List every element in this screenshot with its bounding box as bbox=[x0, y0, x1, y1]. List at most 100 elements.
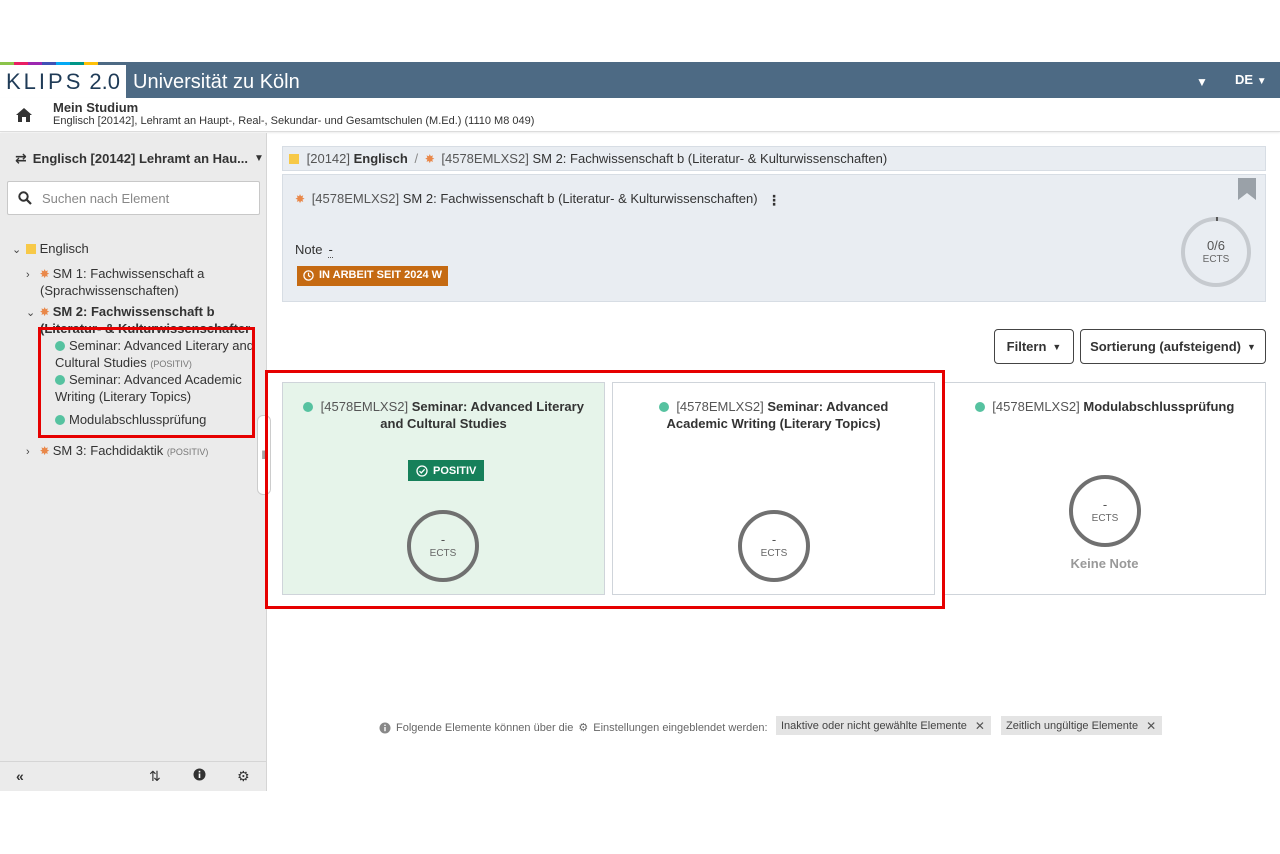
element-ects-ring: - ECTS bbox=[738, 510, 810, 582]
tree-item-status: (POSITIV) bbox=[150, 359, 192, 369]
more-options-icon[interactable]: ⋮ bbox=[767, 192, 781, 209]
status-dot-icon bbox=[303, 402, 314, 412]
clock-icon bbox=[303, 270, 314, 281]
logo-version: 2.0 bbox=[89, 68, 120, 94]
close-icon[interactable]: ✕ bbox=[1146, 719, 1156, 733]
ects-unit: ECTS bbox=[760, 547, 788, 559]
positive-badge: POSITIV bbox=[408, 460, 485, 481]
gear-icon: ⚙ bbox=[578, 722, 589, 734]
element-card-2[interactable]: [4578EMLXS2] Seminar: Advanced Academic … bbox=[612, 382, 935, 595]
breadcrumb-separator: / bbox=[414, 151, 419, 166]
sort-icon[interactable]: ⇅ bbox=[149, 768, 161, 785]
language-label: DE bbox=[1235, 72, 1254, 87]
collapse-sidebar-icon[interactable]: « bbox=[16, 768, 24, 784]
element-card-1[interactable]: [4578EMLXS2] Seminar: Advanced Literary … bbox=[282, 382, 605, 595]
tree-item-status: (POSITIV) bbox=[166, 447, 209, 457]
tree-item-englisch[interactable]: ⌄ Englisch bbox=[12, 241, 89, 256]
sort-button[interactable]: Sortierung (aufsteigend) ▼ bbox=[1080, 329, 1266, 364]
caret-down-icon: ▼ bbox=[1247, 341, 1256, 352]
module-detail-card: ✸ [4578EMLXS2] SM 2: Fachwissenschaft b … bbox=[282, 174, 1266, 302]
ects-unit: ECTS bbox=[1091, 512, 1119, 524]
chevron-right-icon[interactable]: › bbox=[26, 446, 36, 458]
check-circle-icon bbox=[416, 464, 428, 477]
module-star-icon: ✸ bbox=[39, 267, 50, 281]
tree-item-label: Seminar: Advanced Academic bbox=[69, 372, 242, 387]
module-star-icon: ✸ bbox=[295, 192, 306, 206]
breadcrumb-root-code: [20142] bbox=[306, 151, 350, 166]
search-input[interactable] bbox=[42, 190, 242, 206]
chevron-right-icon[interactable]: › bbox=[26, 269, 36, 281]
hidden-tag-invalid[interactable]: Zeitlich ungültige Elemente ✕ bbox=[1001, 716, 1163, 735]
element-title: [4578EMLXS2] Seminar: Advanced Literary … bbox=[283, 398, 604, 432]
note-value: - bbox=[328, 242, 333, 258]
app-header: KLIPS 2.0 Universität zu Köln ▼ DE ▼ bbox=[0, 65, 1280, 98]
sidebar-resize-handle[interactable]: ‖ bbox=[257, 415, 271, 495]
element-name: Seminar: Advanced Literary and Cultural … bbox=[380, 399, 584, 431]
chevron-down-icon[interactable]: ⌄ bbox=[12, 243, 22, 256]
bookmark-icon[interactable] bbox=[1238, 178, 1256, 200]
breadcrumb-root[interactable]: Englisch bbox=[354, 151, 408, 166]
tree-item-label: SM 2: Fachwissenschaft b bbox=[52, 304, 215, 319]
ects-value: - bbox=[771, 531, 777, 547]
tree-item-sm3[interactable]: › ✸ SM 3: Fachdidaktik (POSITIV) bbox=[26, 443, 208, 458]
home-icon[interactable] bbox=[15, 107, 33, 123]
ects-unit: ECTS bbox=[429, 547, 457, 559]
close-icon[interactable]: ✕ bbox=[975, 719, 985, 733]
language-switcher[interactable]: DE ▼ bbox=[1235, 72, 1267, 87]
info-icon[interactable] bbox=[193, 768, 206, 784]
hidden-tag-inactive[interactable]: Inaktive oder nicht gewählte Elemente ✕ bbox=[776, 716, 991, 735]
status-text: IN ARBEIT SEIT 2024 W bbox=[319, 269, 443, 281]
module-star-icon: ✸ bbox=[39, 305, 50, 319]
tree-item-sm2[interactable]: ⌄ ✸ SM 2: Fachwissenschaft b bbox=[26, 304, 215, 319]
sort-label: Sortierung (aufsteigend) bbox=[1090, 339, 1242, 354]
chevron-down-icon[interactable]: ⌄ bbox=[26, 306, 36, 319]
element-card-3[interactable]: [4578EMLXS2] Modulabschlussprüfung - ECT… bbox=[943, 382, 1266, 595]
tree-item-label: SM 1: Fachwissenschaft a bbox=[52, 266, 205, 281]
status-dot-icon bbox=[55, 375, 65, 385]
module-ects-ring: 0/6 ECTS bbox=[1181, 217, 1251, 287]
tree-item-element-3[interactable]: Modulabschlussprüfung bbox=[55, 412, 206, 427]
element-ects-ring: - ECTS bbox=[407, 510, 479, 582]
tree-item-element-1[interactable]: Seminar: Advanced Literary and bbox=[55, 338, 253, 353]
page-title: Mein Studium bbox=[53, 100, 139, 115]
filter-button[interactable]: Filtern ▼ bbox=[994, 329, 1074, 364]
tree-item-sm1-line2: (Sprachwissenschaften) bbox=[40, 283, 179, 298]
tree-item-element-2-line2: Writing (Literary Topics) bbox=[55, 389, 192, 404]
tree-item-sm2-line2: (Literatur- & Kulturwissenschaften) bbox=[40, 321, 250, 336]
ects-value: - bbox=[1102, 496, 1108, 512]
element-name: Modulabschlussprüfung bbox=[1083, 399, 1235, 414]
sidebar-footer: « ⇅ ⚙ bbox=[0, 761, 267, 791]
tree-item-element-1-line2: Cultural Studies (POSITIV) bbox=[55, 355, 192, 370]
chevron-down-icon: ▼ bbox=[254, 153, 264, 164]
program-square-icon bbox=[289, 154, 299, 164]
logo-text: KLIPS bbox=[6, 68, 84, 94]
module-star-icon: ✸ bbox=[39, 444, 50, 458]
breadcrumb-module-code: [4578EMLXS2] bbox=[441, 151, 529, 166]
sidebar: ⇄ Englisch [20142] Lehramt an Hau... ▼ ⌄… bbox=[0, 133, 267, 791]
info-icon bbox=[379, 722, 391, 733]
tree-item-label: Cultural Studies bbox=[55, 355, 147, 370]
gear-icon[interactable]: ⚙ bbox=[237, 768, 250, 785]
program-switcher[interactable]: ⇄ Englisch [20142] Lehramt an Hau... ▼ bbox=[15, 150, 264, 167]
klips-logo[interactable]: KLIPS 2.0 bbox=[0, 65, 126, 98]
subheader: Mein Studium Englisch [20142], Lehramt a… bbox=[0, 98, 1280, 132]
module-code: [4578EMLXS2] bbox=[311, 191, 400, 206]
breadcrumb-module[interactable]: SM 2: Fachwissenschaft b (Literatur- & K… bbox=[532, 151, 887, 166]
program-description: Englisch [20142], Lehramt an Haupt-, Rea… bbox=[53, 115, 535, 127]
note-text-before: Folgende Elemente können über die bbox=[396, 721, 574, 734]
search-box bbox=[7, 181, 260, 215]
user-menu-caret-icon[interactable]: ▼ bbox=[1196, 75, 1208, 89]
positive-badge-text: POSITIV bbox=[433, 464, 477, 477]
element-ects-ring: - ECTS bbox=[1069, 475, 1141, 547]
module-title: ✸ [4578EMLXS2] SM 2: Fachwissenschaft b … bbox=[295, 191, 758, 206]
tree-item-element-2[interactable]: Seminar: Advanced Academic bbox=[55, 372, 242, 387]
status-dot-icon bbox=[55, 341, 65, 351]
tree-item-label: Seminar: Advanced Literary and bbox=[69, 338, 253, 353]
no-grade-text: Keine Note bbox=[1070, 556, 1139, 571]
tree-item-sm1[interactable]: › ✸ SM 1: Fachwissenschaft a bbox=[26, 266, 204, 281]
search-icon bbox=[18, 191, 32, 205]
university-name: Universität zu Köln bbox=[133, 71, 300, 93]
module-name: SM 2: Fachwissenschaft b (Literatur- & K… bbox=[402, 191, 758, 206]
tag-label: Inaktive oder nicht gewählte Elemente bbox=[781, 719, 967, 732]
note-text-after: Einstellungen eingeblendet werden: bbox=[593, 721, 768, 734]
